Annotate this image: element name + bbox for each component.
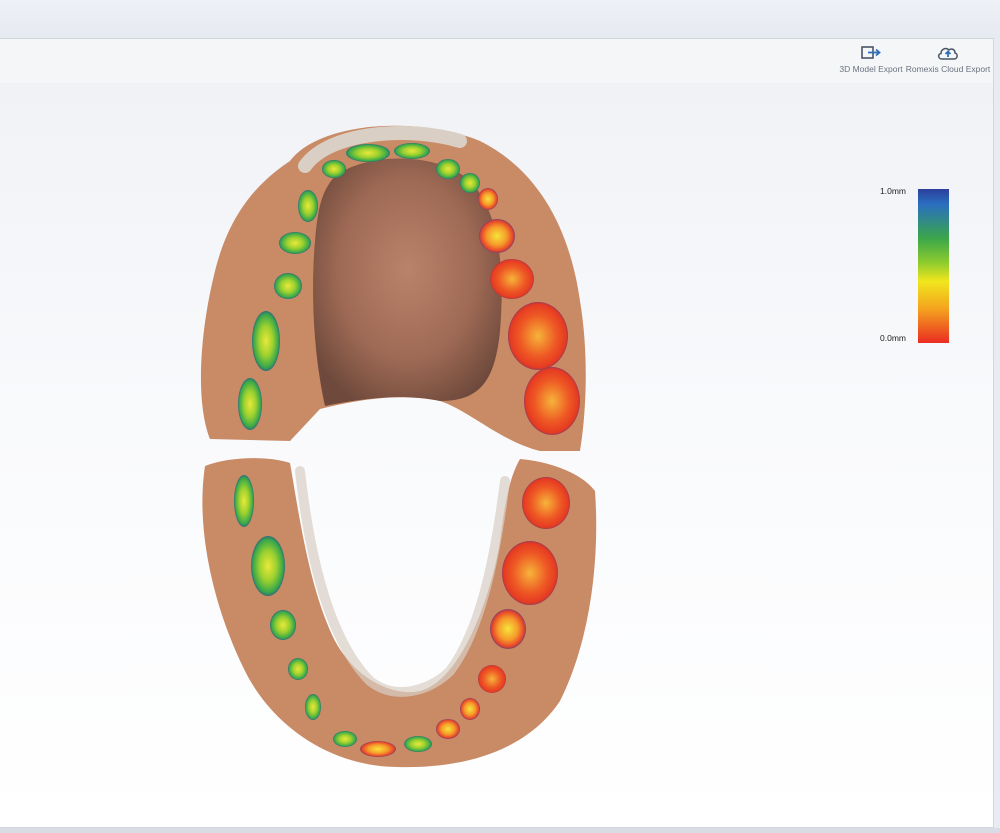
cloud-upload-icon: [937, 47, 958, 60]
distance-color-legend: 1.0mm 0.0mm: [876, 186, 956, 348]
toolbar: 3D Model Export Romexis Cloud Export: [0, 39, 993, 84]
legend-min-label: 0.0mm: [880, 333, 906, 343]
export-arrow-icon: [861, 46, 881, 59]
cloud-export-label: Romexis Cloud Export: [905, 64, 991, 74]
legend-max-label: 1.0mm: [880, 186, 906, 196]
model-export-button[interactable]: 3D Model Export: [839, 45, 903, 79]
app-window: 3D Model Export Romexis Cloud Export 1.0…: [0, 38, 994, 828]
title-strip: [0, 0, 1000, 38]
upper-arch[interactable]: [200, 125, 586, 452]
cloud-export-button[interactable]: Romexis Cloud Export: [906, 45, 990, 79]
lower-arch[interactable]: [202, 458, 597, 768]
legend-color-bar: [918, 189, 949, 343]
dental-scan-model[interactable]: [0, 83, 994, 828]
bottom-strip: [0, 828, 1000, 833]
model-export-label: 3D Model Export: [839, 64, 903, 74]
3d-viewport[interactable]: 1.0mm 0.0mm: [0, 83, 994, 828]
